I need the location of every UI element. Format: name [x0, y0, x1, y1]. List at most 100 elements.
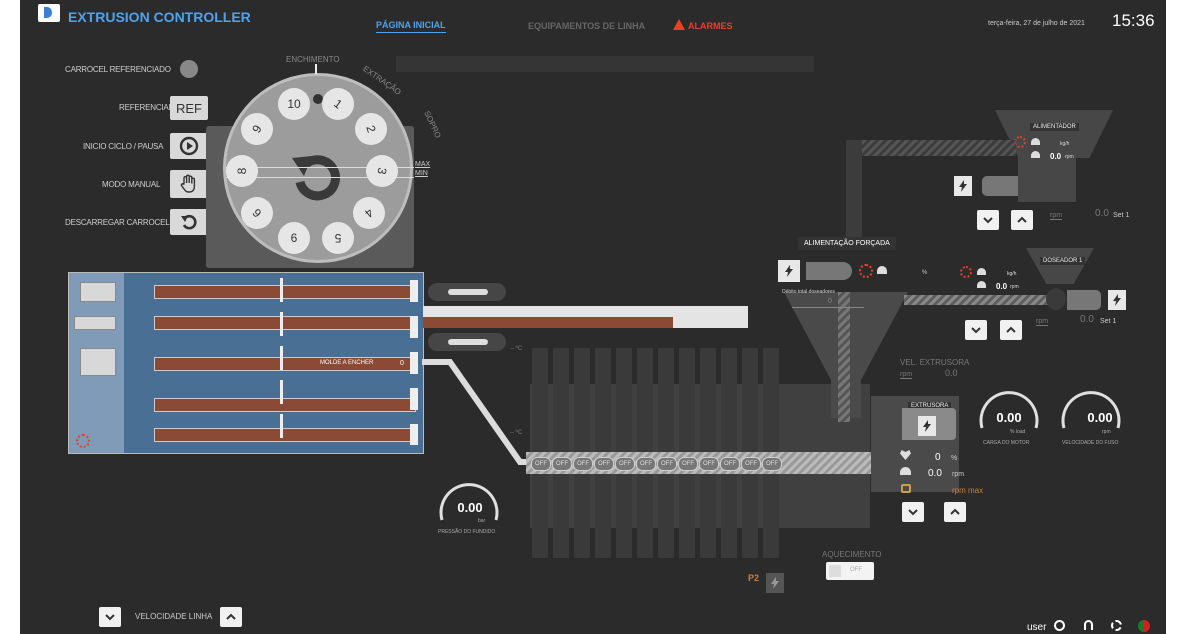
- carga-motor-value: 0.00: [996, 410, 1022, 425]
- mold-divider-1: [280, 278, 283, 448]
- unload-carousel-button[interactable]: [170, 209, 208, 235]
- mold-end-caps: [410, 280, 418, 445]
- aquecimento-toggle[interactable]: OFF: [826, 562, 874, 580]
- extrusora-rpm-max: rpm max: [952, 486, 984, 495]
- alimentador-kgh-unit: kg/h: [1060, 141, 1070, 147]
- p2-power-button[interactable]: [766, 573, 784, 593]
- nav-tab-pagina-inicial[interactable]: PÁGINA INICIAL: [376, 20, 446, 33]
- pipe-connector-2-bar: [448, 339, 488, 345]
- carga-motor-unit: % load: [1010, 429, 1026, 435]
- chevron-down-icon: [105, 614, 115, 621]
- alimentador-set-label: Set 1: [1113, 212, 1130, 219]
- p2-label: P2: [748, 573, 760, 583]
- ref-button[interactable]: REF: [170, 96, 208, 120]
- alimentador-up-button[interactable]: [1011, 210, 1033, 230]
- carousel-slot-7: 6: [241, 197, 273, 229]
- doseador-speed-icon: [977, 281, 986, 288]
- velocidade-fuso-unit: rpm: [1102, 429, 1111, 435]
- inicio-ciclo-label: INICIO CICLO / PAUSA: [83, 142, 164, 151]
- doseador-set-label: Set 1: [1100, 318, 1117, 325]
- alimentador-speed-icon: [1031, 151, 1040, 158]
- mold-clamp-2: [74, 316, 116, 330]
- doseador-rpm-value: 0.0: [996, 282, 1008, 291]
- alimentador-down-button[interactable]: [977, 210, 999, 230]
- velocidade-up-button[interactable]: [220, 607, 242, 627]
- extrusora-rpm-value: 0.0: [928, 468, 942, 479]
- doseador-alarm-icon: [960, 266, 972, 278]
- nav-tab-alarmes[interactable]: ALARMES: [688, 21, 733, 31]
- heater-toggle-12[interactable]: OFF: [762, 457, 782, 471]
- play-button[interactable]: [170, 133, 208, 159]
- alimentacao-speed-icon: [877, 266, 887, 274]
- carousel-slot-8: 8: [226, 155, 258, 187]
- gear-icon[interactable]: [1111, 620, 1122, 631]
- alimentacao-motor: [806, 262, 852, 280]
- heater-toggle-6[interactable]: OFF: [636, 457, 656, 471]
- language-flag-icon[interactable]: [1138, 620, 1150, 632]
- carousel-slot-1: 1: [322, 88, 354, 120]
- debito-total-label: Débito total doseadores: [782, 289, 835, 295]
- hand-icon: [180, 174, 196, 193]
- extrusora-pct-unit: %: [951, 455, 958, 462]
- heater-toggle-5[interactable]: OFF: [615, 457, 635, 471]
- chevron-up-icon: [1017, 216, 1027, 223]
- temp-mid-label: -- ºC: [510, 430, 523, 436]
- nav-tab-equipamentos[interactable]: EQUIPAMENTOS DE LINHA: [528, 21, 645, 31]
- alimentador-power-button[interactable]: [954, 176, 972, 196]
- chevron-down-icon: [971, 327, 981, 334]
- header-time: 15:36: [1112, 11, 1155, 30]
- heater-toggle-4[interactable]: OFF: [594, 457, 614, 471]
- temp-top-label: -- ºC: [510, 346, 523, 352]
- extrusora-power-button[interactable]: [918, 416, 936, 436]
- bell-icon[interactable]: [1084, 620, 1093, 630]
- pipe-connector-1-bar: [448, 289, 488, 295]
- heater-toggle-3[interactable]: OFF: [573, 457, 593, 471]
- alimentador-set-rpm-label: rpm: [1050, 212, 1063, 220]
- chevron-down-icon: [983, 217, 993, 224]
- extrusora-up-button[interactable]: [944, 502, 966, 522]
- velocidade-down-button[interactable]: [99, 607, 121, 627]
- carousel-slot-9: 9: [241, 113, 273, 145]
- doseador-up-button[interactable]: [1000, 320, 1022, 340]
- sopro-label: SOPRO: [422, 109, 443, 140]
- doseador-title: DOSEADOR 1: [1040, 257, 1086, 265]
- heater-toggle-8[interactable]: OFF: [678, 457, 698, 471]
- manual-mode-button[interactable]: [170, 170, 208, 198]
- debito-total-value: 0: [828, 298, 832, 305]
- enchimento-label: ENCHIMENTO: [286, 55, 340, 64]
- velocidade-linha-label: VELOCIDADE LINHA: [135, 612, 213, 621]
- alimentacao-forcada-title: ALIMENTAÇÃO FORÇADA: [798, 237, 896, 250]
- heater-toggle-1[interactable]: OFF: [531, 457, 551, 471]
- alimentador-title: ALIMENTADOR: [1030, 123, 1079, 131]
- velocidade-fuso-value: 0.00: [1087, 410, 1113, 425]
- carousel-rotate-icon: [292, 155, 340, 201]
- extrusora-rpm-unit: rpm: [952, 471, 965, 478]
- doseador-power-button[interactable]: [1108, 290, 1126, 310]
- heater-toggle-7[interactable]: OFF: [657, 457, 677, 471]
- alimentador-rpm-value: 0.0: [1050, 152, 1062, 161]
- alimentacao-power-button[interactable]: [778, 260, 800, 282]
- extrusora-down-button[interactable]: [902, 502, 924, 522]
- velocidade-fuso-label: VELOCIDADE DO FUSO: [1062, 440, 1119, 446]
- doseador-screw: [904, 295, 1048, 305]
- logo-icon: [38, 4, 60, 22]
- heater-toggle-2[interactable]: OFF: [552, 457, 572, 471]
- mold-clamp-1: [80, 282, 116, 302]
- heater-toggle-10[interactable]: OFF: [720, 457, 740, 471]
- mold-rod-2: [154, 316, 416, 330]
- mold-rod-3: [154, 357, 416, 371]
- user-icon[interactable]: [1054, 620, 1065, 631]
- carousel-slot-2: 2: [355, 113, 387, 145]
- doseador-gauge-icon: [977, 268, 986, 275]
- modo-manual-label: MODO MANUAL: [102, 180, 161, 189]
- alimentador-motor: [982, 176, 1018, 196]
- heater-toggle-9[interactable]: OFF: [699, 457, 719, 471]
- carousel-slot-4: 4: [353, 197, 385, 229]
- heater-toggle-11[interactable]: OFF: [741, 457, 761, 471]
- aquecimento-toggle-label: OFF: [850, 567, 862, 573]
- alimentador-rpm-unit: rpm: [1065, 154, 1074, 160]
- doseador-down-button[interactable]: [965, 320, 987, 340]
- molde-a-encher-label: MOLDE A ENCHER: [320, 360, 374, 366]
- extrusora-pct-value: 0: [935, 452, 941, 463]
- enchimento-arrow-icon: [315, 64, 317, 74]
